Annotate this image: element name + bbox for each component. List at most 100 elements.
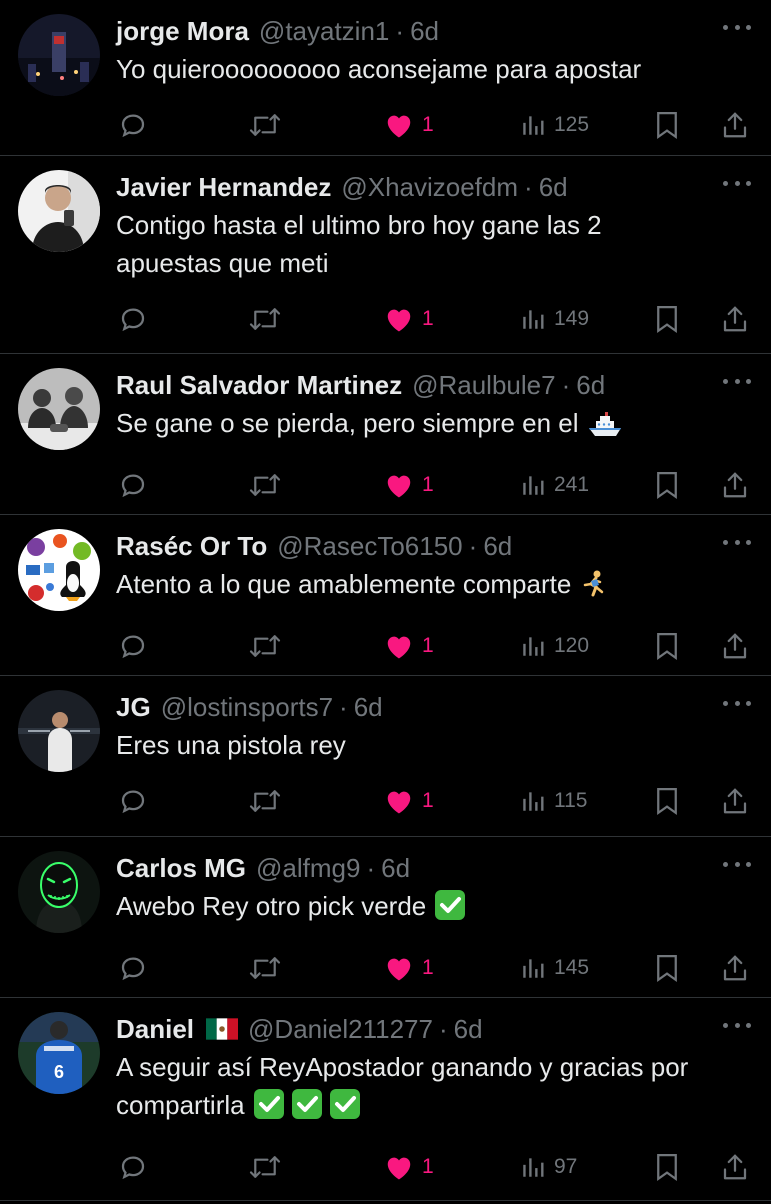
timestamp[interactable]: 6d xyxy=(354,690,383,724)
avatar[interactable]: 6 xyxy=(18,1012,100,1094)
views-button[interactable]: 241 xyxy=(520,472,589,498)
action-bar: 1 145 xyxy=(116,931,751,1005)
share-button[interactable] xyxy=(720,110,750,140)
avatar[interactable] xyxy=(18,170,100,252)
bookmark-button[interactable] xyxy=(654,786,680,816)
avatar[interactable] xyxy=(18,690,100,772)
bookmark-button[interactable] xyxy=(654,953,680,983)
action-bar: 1 115 xyxy=(116,764,751,838)
author-name[interactable]: JG xyxy=(116,690,151,724)
reply-tweet[interactable]: JG @lostinsports7 · 6d Eres una pistola re… xyxy=(0,676,771,837)
share-icon xyxy=(723,788,747,814)
author-name[interactable]: Raul Salvador Martinez xyxy=(116,368,402,402)
retweet-button[interactable] xyxy=(248,786,282,816)
timestamp[interactable]: 6d xyxy=(576,368,605,402)
views-button[interactable]: 145 xyxy=(520,955,589,981)
views-button[interactable]: 115 xyxy=(520,788,587,814)
tweet-text-row: Awebo Rey otro pick verde xyxy=(116,887,751,931)
timestamp[interactable]: 6d xyxy=(410,14,439,48)
more-options-icon[interactable] xyxy=(723,1020,751,1030)
timestamp[interactable]: 6d xyxy=(483,529,512,563)
retweet-icon xyxy=(249,308,281,330)
like-button[interactable]: 1 xyxy=(384,787,434,815)
like-button[interactable]: 1 xyxy=(384,305,434,333)
bookmark-button[interactable] xyxy=(654,304,680,334)
retweet-button[interactable] xyxy=(248,304,282,334)
bookmark-button[interactable] xyxy=(654,1152,680,1182)
share-button[interactable] xyxy=(720,1152,750,1182)
author-name[interactable]: Raséc Or To xyxy=(116,529,267,563)
share-button[interactable] xyxy=(720,953,750,983)
reply-button[interactable] xyxy=(118,470,148,500)
heart-filled-icon xyxy=(387,791,411,814)
reply-button[interactable] xyxy=(118,631,148,661)
ship-emoji xyxy=(587,410,623,448)
timestamp[interactable]: 6d xyxy=(381,851,410,885)
heart-filled-icon xyxy=(387,958,411,981)
bookmark-button[interactable] xyxy=(654,470,680,500)
share-button[interactable] xyxy=(720,304,750,334)
reply-tweet[interactable]: 6 Daniel @Daniel211277 · 6d A seguir así R… xyxy=(0,998,771,1201)
author-name[interactable]: jorge Mora xyxy=(116,14,249,48)
more-options-icon[interactable] xyxy=(723,698,751,708)
avatar[interactable] xyxy=(18,368,100,450)
share-button[interactable] xyxy=(720,631,750,661)
separator-dot: · xyxy=(395,16,405,46)
more-options-icon[interactable] xyxy=(723,22,751,32)
reply-icon xyxy=(121,308,145,332)
share-button[interactable] xyxy=(720,470,750,500)
reply-tweet[interactable]: Carlos MG @alfmg9 · 6d Awebo Rey otro pick… xyxy=(0,837,771,998)
author-name[interactable]: Daniel xyxy=(116,1012,194,1046)
reply-tweet[interactable]: jorge Mora @tayatzin1 · 6d Yo quierooooooo… xyxy=(0,0,771,156)
views-button[interactable]: 97 xyxy=(520,1154,577,1180)
share-icon xyxy=(723,633,747,659)
reply-button[interactable] xyxy=(118,110,148,140)
views-button[interactable]: 120 xyxy=(520,633,589,659)
retweet-button[interactable] xyxy=(248,631,282,661)
timestamp[interactable]: 6d xyxy=(539,170,568,204)
author-name[interactable]: Javier Hernandez xyxy=(116,170,331,204)
reply-tweet[interactable]: Javier Hernandez @Xhavizoefdm · 6d Contigo… xyxy=(0,156,771,354)
like-button[interactable]: 1 xyxy=(384,1153,434,1181)
more-options-icon[interactable] xyxy=(723,859,751,869)
retweet-button[interactable] xyxy=(248,1152,282,1182)
like-button[interactable]: 1 xyxy=(384,954,434,982)
retweet-button[interactable] xyxy=(248,953,282,983)
author-handle[interactable]: @Xhavizoefdm xyxy=(341,170,518,204)
like-button[interactable]: 1 xyxy=(384,632,434,660)
retweet-button[interactable] xyxy=(248,470,282,500)
like-button[interactable]: 1 xyxy=(384,111,434,139)
author-handle[interactable]: @Raulbule7 xyxy=(412,368,555,402)
action-bar: 1 241 xyxy=(116,448,751,522)
bookmark-button[interactable] xyxy=(654,631,680,661)
more-options-icon[interactable] xyxy=(723,376,751,386)
view-count: 149 xyxy=(554,307,590,330)
more-options-icon[interactable] xyxy=(723,178,751,188)
timestamp[interactable]: 6d xyxy=(454,1012,483,1046)
like-button[interactable]: 1 xyxy=(384,471,434,499)
share-button[interactable] xyxy=(720,786,750,816)
reply-button[interactable] xyxy=(118,304,148,334)
avatar[interactable] xyxy=(18,529,100,611)
author-handle[interactable]: @lostinsports7 xyxy=(161,690,333,724)
author-name[interactable]: Carlos MG xyxy=(116,851,246,885)
reply-button[interactable] xyxy=(118,786,148,816)
avatar[interactable] xyxy=(18,851,100,933)
views-button[interactable]: 125 xyxy=(520,112,589,138)
author-handle[interactable]: @alfmg9 xyxy=(256,851,360,885)
reply-button[interactable] xyxy=(118,953,148,983)
views-button[interactable]: 149 xyxy=(520,306,589,332)
more-options-icon[interactable] xyxy=(723,537,751,547)
reply-button[interactable] xyxy=(118,1152,148,1182)
view-count: 145 xyxy=(554,956,590,979)
bookmark-icon xyxy=(657,788,677,816)
author-handle[interactable]: @RasecTo6150 xyxy=(277,529,462,563)
reply-tweet[interactable]: Raul Salvador Martinez @Raulbule7 · 6d Se … xyxy=(0,354,771,515)
avatar[interactable] xyxy=(18,14,100,96)
analytics-icon xyxy=(523,792,544,811)
retweet-button[interactable] xyxy=(248,110,282,140)
reply-tweet[interactable]: Raséc Or To @RasecTo6150 · 6d Atento a lo … xyxy=(0,515,771,676)
bookmark-button[interactable] xyxy=(654,110,680,140)
author-handle[interactable]: @tayatzin1 xyxy=(259,14,389,48)
author-handle[interactable]: @Daniel211277 xyxy=(248,1012,433,1046)
